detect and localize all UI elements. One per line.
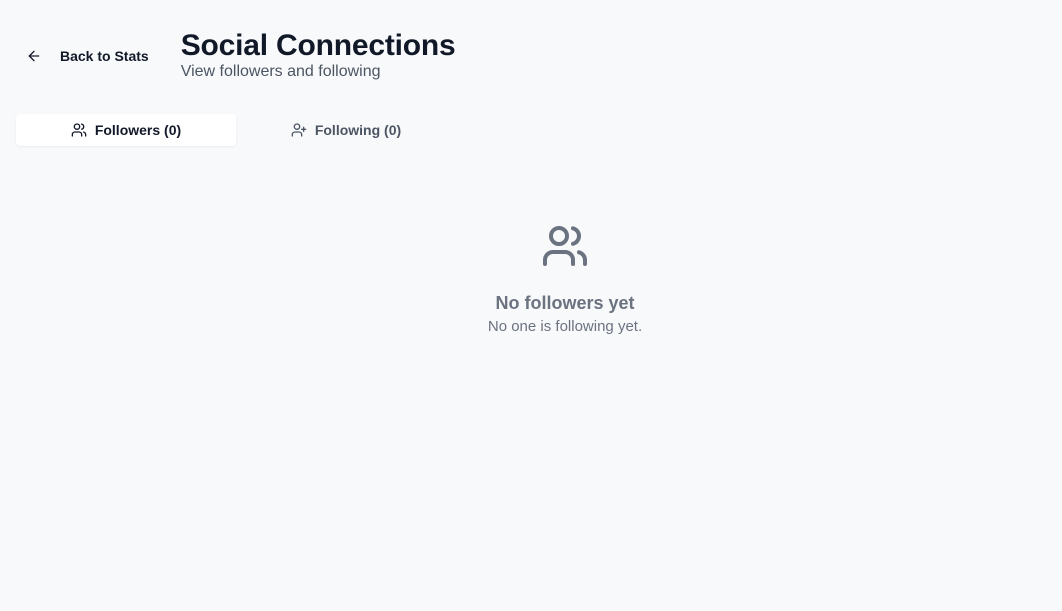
back-to-stats-button[interactable]: Back to Stats bbox=[16, 42, 161, 70]
tab-following[interactable]: Following (0) bbox=[236, 114, 456, 146]
title-block: Social Connections View followers and fo… bbox=[181, 28, 456, 82]
tab-following-label: Following (0) bbox=[314, 122, 402, 138]
page-subtitle: View followers and following bbox=[180, 63, 381, 80]
tab-followers-label: Followers (0) bbox=[94, 122, 182, 138]
users-icon bbox=[71, 122, 87, 138]
back-button-label: Back to Stats bbox=[60, 48, 149, 64]
page-title: Social Connections bbox=[180, 29, 456, 62]
users-icon bbox=[541, 222, 589, 270]
empty-state-description: No one is following yet. bbox=[487, 318, 643, 335]
connections-tabs: Followers (0) Following (0) bbox=[16, 114, 456, 146]
empty-state: No followers yet No one is following yet… bbox=[0, 222, 1062, 337]
arrow-left-icon bbox=[26, 48, 42, 64]
tab-followers[interactable]: Followers (0) bbox=[16, 114, 236, 146]
social-connections-page: Back to Stats Social Connections View fo… bbox=[0, 0, 1062, 611]
empty-state-title: No followers yet bbox=[495, 293, 635, 313]
user-plus-icon bbox=[291, 122, 307, 138]
page-header: Back to Stats Social Connections View fo… bbox=[16, 28, 456, 82]
